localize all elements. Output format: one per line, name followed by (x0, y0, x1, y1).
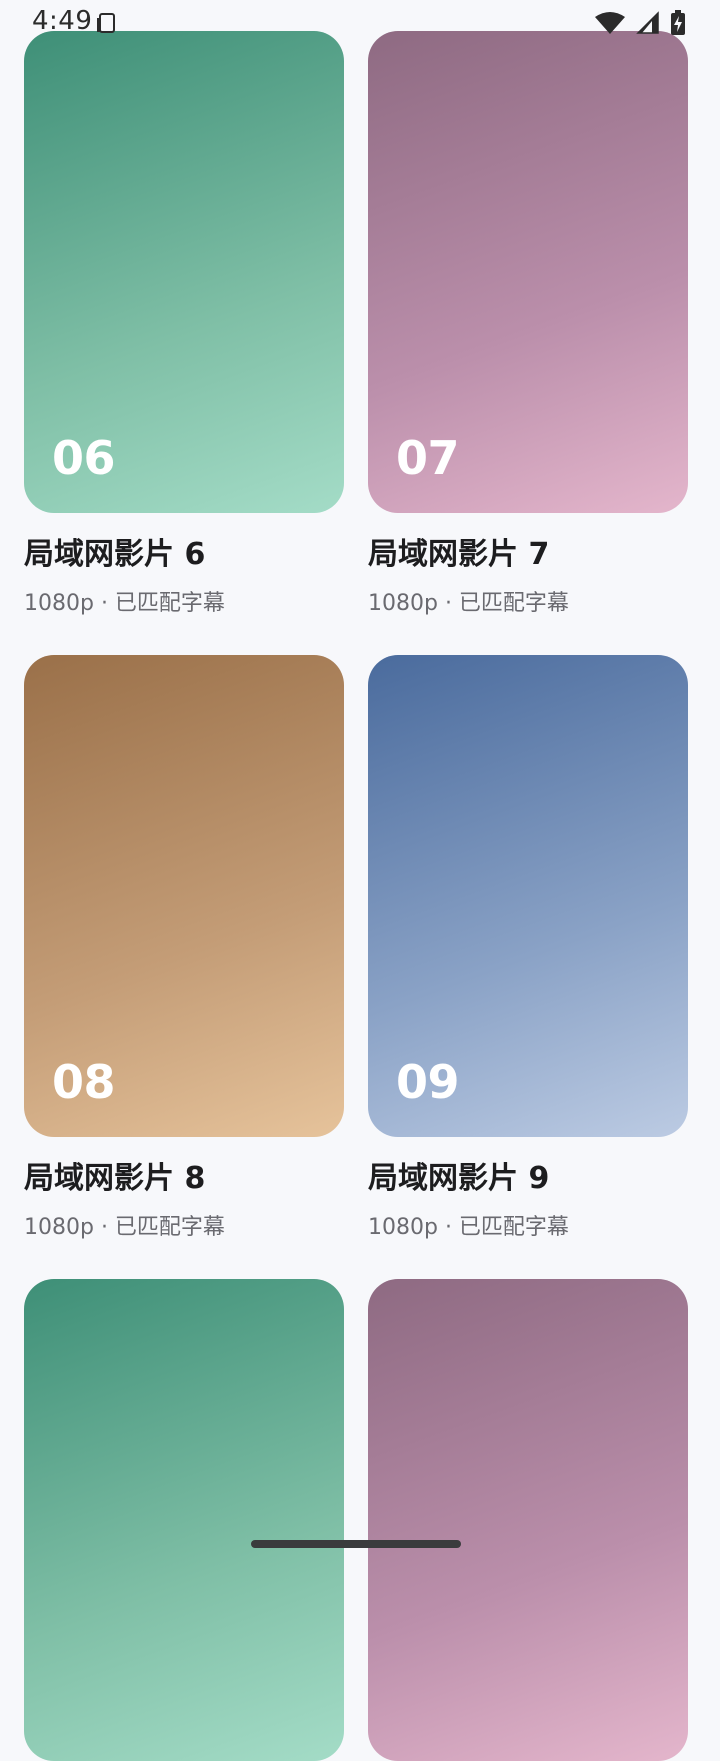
cell-signal-icon (636, 11, 660, 39)
video-meta: 1080p · 已匹配字幕 (368, 1215, 569, 1240)
status-icons (594, 10, 686, 40)
video-poster[interactable] (24, 1279, 344, 1761)
video-card[interactable]: 06 局域网影片 6 1080p · 已匹配字幕 (24, 31, 344, 619)
status-time: 4:49 (32, 6, 93, 36)
poster-number: 07 (396, 431, 460, 485)
video-poster[interactable]: 09 (368, 655, 688, 1137)
video-card[interactable]: 09 局域网影片 9 1080p · 已匹配字幕 (368, 655, 688, 1243)
poster-number: 08 (52, 1055, 116, 1109)
video-title: 局域网影片 8 (24, 1161, 206, 1196)
video-title: 局域网影片 9 (368, 1161, 550, 1196)
sim-card-icon (96, 12, 115, 33)
video-poster[interactable]: 06 (24, 31, 344, 513)
video-card[interactable]: 08 局域网影片 8 1080p · 已匹配字幕 (24, 655, 344, 1243)
video-card[interactable] (368, 1279, 688, 1761)
poster-number: 09 (396, 1055, 460, 1109)
video-poster[interactable]: 08 (24, 655, 344, 1137)
poster-number: 06 (52, 431, 116, 485)
video-poster[interactable] (368, 1279, 688, 1761)
video-meta: 1080p · 已匹配字幕 (24, 591, 225, 616)
video-poster[interactable]: 07 (368, 31, 688, 513)
video-card[interactable]: 07 局域网影片 7 1080p · 已匹配字幕 (368, 31, 688, 619)
video-card[interactable] (24, 1279, 344, 1761)
video-title: 局域网影片 6 (24, 537, 206, 572)
video-meta: 1080p · 已匹配字幕 (24, 1215, 225, 1240)
battery-charging-icon (670, 10, 686, 40)
status-bar: 4:49 (0, 0, 720, 44)
video-meta: 1080p · 已匹配字幕 (368, 591, 569, 616)
wifi-icon (594, 11, 626, 39)
home-indicator[interactable] (251, 1540, 461, 1548)
video-title: 局域网影片 7 (368, 537, 550, 572)
